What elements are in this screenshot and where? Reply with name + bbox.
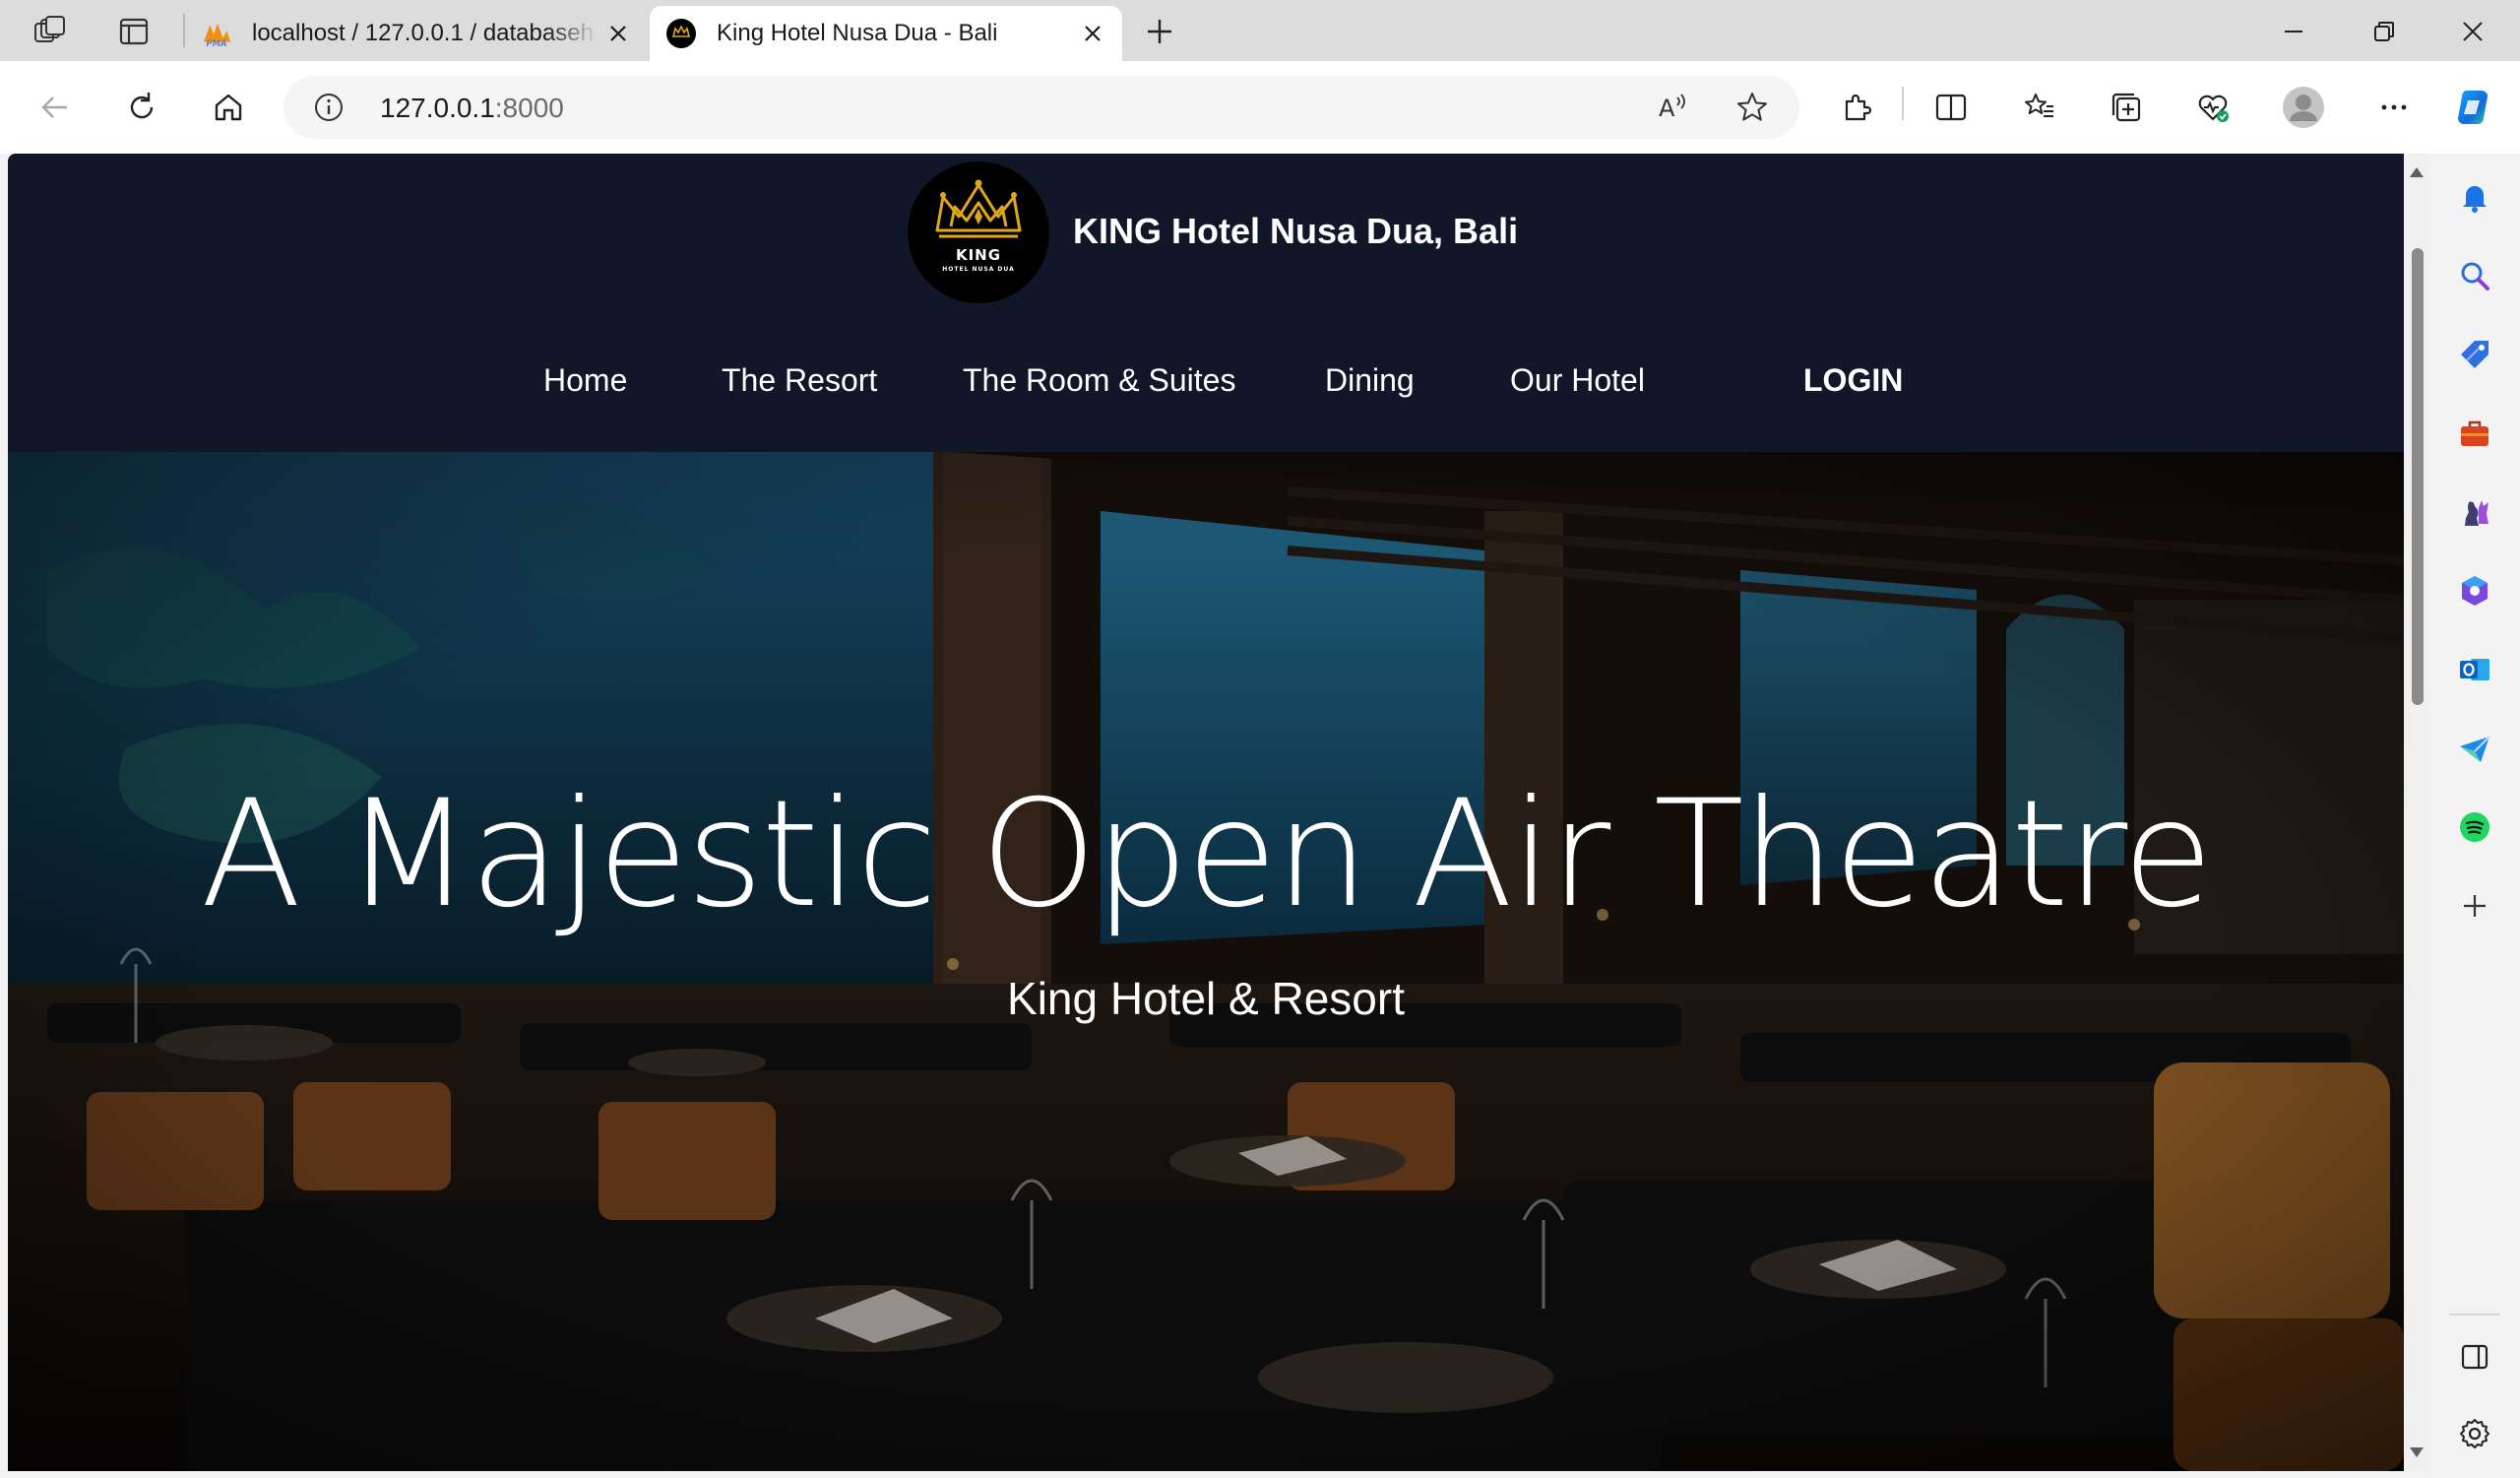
vertical-tabs-icon[interactable]: [116, 14, 152, 49]
window-close-icon[interactable]: [2443, 10, 2502, 53]
restore-icon[interactable]: [2355, 10, 2414, 53]
nav-the-resort[interactable]: The Resort: [722, 362, 877, 399]
home-icon[interactable]: [205, 84, 252, 131]
microsoft-365-icon[interactable]: [2451, 567, 2498, 614]
add-sidebar-app-icon[interactable]: [2451, 882, 2498, 930]
back-icon[interactable]: [32, 84, 79, 131]
phpmyadmin-icon: PMA: [201, 18, 232, 49]
svg-text:A: A: [1659, 95, 1675, 122]
more-options-icon[interactable]: [2370, 84, 2418, 131]
spotify-icon[interactable]: [2451, 803, 2498, 851]
profile-avatar[interactable]: [2280, 84, 2327, 131]
outlook-icon[interactable]: [2451, 646, 2498, 693]
hero-title: A Majestic Open Air Theatre: [200, 769, 2214, 940]
tab-phpmyadmin[interactable]: PMA localhost / 127.0.0.1 / databaseh: [185, 6, 648, 61]
collections-icon[interactable]: [2103, 84, 2150, 131]
scroll-thumb[interactable]: [2412, 248, 2424, 705]
page-viewport: KING HOTEL NUSA DUA KING Hotel Nusa Dua,…: [8, 154, 2404, 1471]
games-chess-icon[interactable]: [2451, 488, 2498, 536]
edge-sidebar: [2429, 154, 2520, 1478]
logo-word: KING: [955, 246, 1002, 264]
url-port: :8000: [494, 93, 564, 123]
search-icon[interactable]: [2451, 252, 2498, 299]
nav-dining[interactable]: Dining: [1325, 362, 1415, 399]
hide-sidebar-icon[interactable]: [2451, 1333, 2498, 1381]
site-title: KING Hotel Nusa Dua, Bali: [1073, 211, 1519, 251]
king-logo[interactable]: KING HOTEL NUSA DUA: [908, 161, 1049, 303]
scroll-up-icon[interactable]: [2410, 167, 2424, 177]
tab-title: localhost / 127.0.0.1 / databaseh: [252, 20, 594, 46]
scroll-down-icon[interactable]: [2410, 1447, 2424, 1457]
tab-title: King Hotel Nusa Dua - Bali: [717, 20, 998, 46]
favorite-star-icon[interactable]: [1731, 86, 1774, 129]
address-bar[interactable]: 127.0.0.1:8000 A: [284, 76, 1799, 139]
browser-essentials-icon[interactable]: [2189, 84, 2236, 131]
url-host: 127.0.0.1: [380, 93, 495, 123]
site-header: KING HOTEL NUSA DUA KING Hotel Nusa Dua,…: [8, 154, 2404, 452]
site-info-icon[interactable]: [311, 90, 346, 125]
url-text: 127.0.0.1:8000: [380, 93, 564, 124]
nav-home[interactable]: Home: [543, 362, 627, 399]
close-icon[interactable]: [1073, 14, 1112, 53]
logo-subtext: HOTEL NUSA DUA: [942, 266, 1015, 273]
extensions-icon[interactable]: [1833, 84, 1880, 131]
split-screen-icon[interactable]: [1927, 84, 1975, 131]
new-tab-icon[interactable]: [1140, 12, 1179, 51]
workspaces-icon[interactable]: [32, 14, 67, 49]
shopping-tag-icon[interactable]: [2451, 331, 2498, 378]
sidebar-divider: [2449, 1314, 2500, 1316]
send-plane-icon[interactable]: [2451, 725, 2498, 772]
king-crown-icon: [665, 18, 697, 49]
settings-gear-icon[interactable]: [2451, 1410, 2498, 1457]
favorites-icon[interactable]: [2016, 84, 2063, 131]
tab-strip: PMA localhost / 127.0.0.1 / databaseh Ki…: [0, 0, 2520, 61]
hero-subtitle: King Hotel & Resort: [1007, 973, 1405, 1024]
nav-our-hotel[interactable]: Our Hotel: [1510, 362, 1645, 399]
page-scrollbar[interactable]: [2404, 154, 2429, 1471]
hero-banner: A Majestic Open Air Theatre King Hotel &…: [8, 452, 2404, 1471]
close-icon[interactable]: [598, 14, 638, 53]
toolbar-separator: [1902, 87, 1904, 120]
minimize-icon[interactable]: [2264, 10, 2323, 53]
browser-toolbar: 127.0.0.1:8000 A: [0, 61, 2520, 154]
svg-text:PMA: PMA: [206, 38, 226, 48]
nav-room-suites[interactable]: The Room & Suites: [963, 362, 1235, 399]
tools-briefcase-icon[interactable]: [2451, 410, 2498, 457]
notifications-bell-icon[interactable]: [2451, 173, 2498, 221]
refresh-icon[interactable]: [118, 84, 165, 131]
tab-king-hotel[interactable]: King Hotel Nusa Dua - Bali: [650, 6, 1122, 61]
read-aloud-icon[interactable]: A: [1652, 86, 1695, 129]
hero-background-image: [8, 452, 2404, 1471]
login-link[interactable]: LOGIN: [1803, 362, 1903, 399]
copilot-icon[interactable]: [2451, 84, 2498, 131]
